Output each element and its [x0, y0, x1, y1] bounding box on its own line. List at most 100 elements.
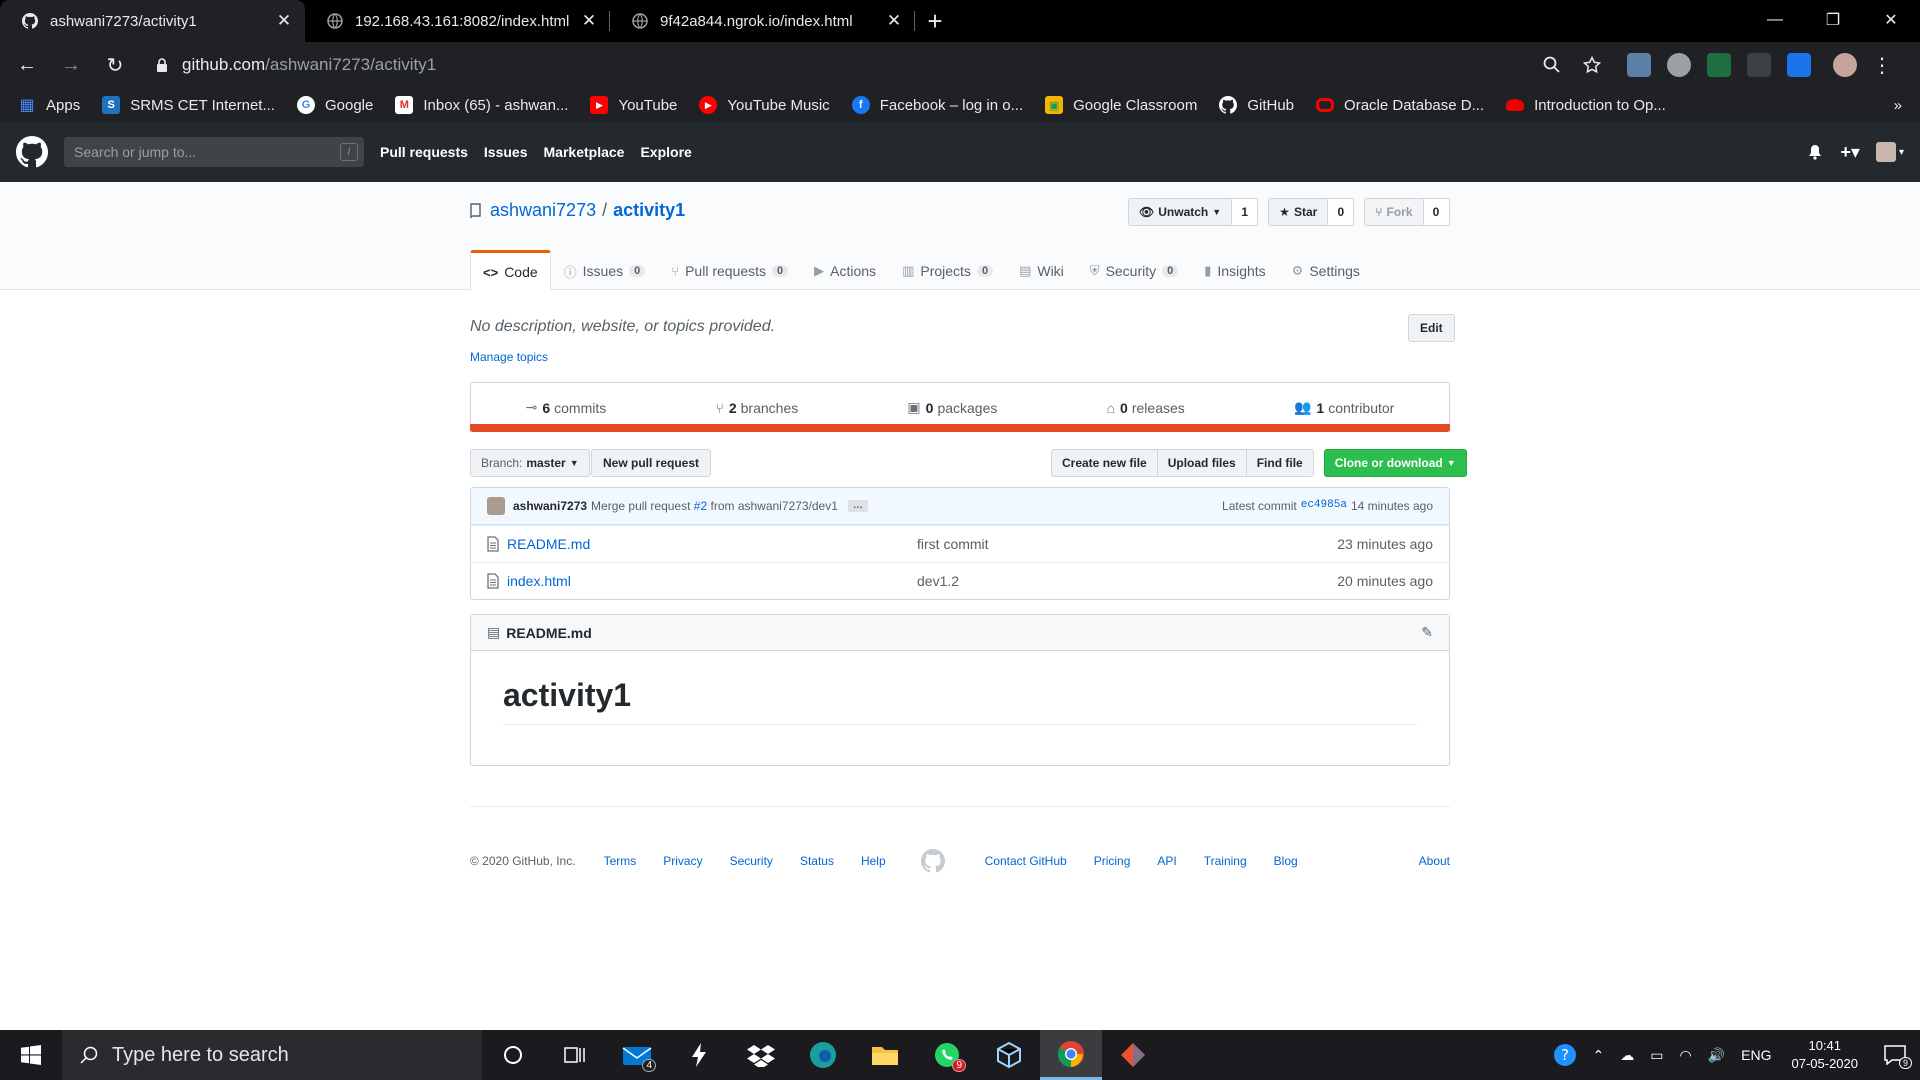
git-icon[interactable] [1102, 1030, 1164, 1080]
commit-author[interactable]: ashwani7273 [513, 499, 587, 513]
user-avatar-icon[interactable]: ▾ [1875, 142, 1904, 162]
packages-link[interactable]: ▣ 0 packages [907, 399, 997, 416]
repo-name-link[interactable]: activity1 [613, 200, 685, 221]
bookmark-item[interactable]: Introduction to Op... [1506, 97, 1666, 114]
bolt-app-icon[interactable] [668, 1030, 730, 1080]
footer-link-api[interactable]: API [1157, 854, 1176, 868]
footer-link-training[interactable]: Training [1204, 854, 1247, 868]
restore-icon[interactable]: ❐ [1804, 0, 1862, 40]
commit-pr-link[interactable]: #2 [694, 499, 707, 513]
forward-icon[interactable]: → [54, 48, 88, 82]
volume-icon[interactable]: 🔊 [1708, 1047, 1725, 1064]
more-bookmarks-icon[interactable]: » [1894, 97, 1902, 114]
file-commit-message[interactable]: first commit [917, 536, 1337, 552]
tab-projects[interactable]: ▥ Projects 0 [889, 250, 1006, 291]
github-search-input[interactable]: Search or jump to... / [64, 137, 364, 167]
clone-or-download-button[interactable]: Clone or download ▼ [1323, 449, 1467, 477]
browser-tab[interactable]: 9f42a844.ngrok.io/index.html ✕ [610, 0, 915, 42]
create-new-file-button[interactable]: Create new file [1051, 449, 1158, 477]
wifi-icon[interactable]: ◠ [1680, 1047, 1692, 1064]
zoom-search-icon[interactable] [1543, 56, 1561, 74]
tab-security[interactable]: ⛨ Security 0 [1077, 250, 1191, 291]
repo-owner-link[interactable]: ashwani7273 [490, 200, 596, 221]
clock[interactable]: 10:41 07-05-2020 [1792, 1037, 1859, 1073]
new-pull-request-button[interactable]: New pull request [591, 449, 712, 477]
bookmark-item[interactable]: S SRMS CET Internet... [102, 96, 275, 114]
bookmark-item[interactable]: GitHub [1219, 96, 1294, 114]
bookmark-item[interactable]: ▶ YouTube [590, 96, 677, 114]
dropbox-icon[interactable] [730, 1030, 792, 1080]
releases-link[interactable]: ⌂ 0 releases [1107, 400, 1185, 416]
virtualbox-icon[interactable] [978, 1030, 1040, 1080]
bookmark-star-icon[interactable] [1583, 56, 1601, 74]
footer-link-status[interactable]: Status [800, 854, 834, 868]
footer-link-privacy[interactable]: Privacy [663, 854, 702, 868]
reload-icon[interactable]: ↻ [98, 48, 132, 82]
branch-select-button[interactable]: Branch: master ▼ [470, 449, 590, 477]
file-name-link[interactable]: index.html [507, 573, 917, 589]
cortana-icon[interactable] [482, 1030, 544, 1080]
address-bar[interactable]: github.com/ashwani7273/activity1 [146, 48, 1611, 82]
chrome-menu-icon[interactable]: ⋮ [1865, 48, 1899, 82]
taskbar-search-box[interactable]: Type here to search [62, 1030, 482, 1080]
plus-dropdown-icon[interactable]: +▾ [1840, 142, 1860, 163]
edit-description-button[interactable]: Edit [1408, 314, 1455, 342]
close-tab-icon[interactable]: ✕ [580, 11, 598, 30]
browser-tab[interactable]: 192.168.43.161:8082/index.html ✕ [305, 0, 610, 42]
close-window-icon[interactable]: ✕ [1862, 0, 1920, 40]
bell-icon[interactable] [1808, 144, 1822, 160]
close-tab-icon[interactable]: ✕ [885, 11, 903, 30]
nav-issues[interactable]: Issues [484, 144, 528, 160]
file-name-link[interactable]: README.md [507, 536, 917, 552]
upload-files-button[interactable]: Upload files [1156, 449, 1247, 477]
nav-explore[interactable]: Explore [640, 144, 691, 160]
manage-topics-link[interactable]: Manage topics [470, 350, 548, 364]
commit-expand-button[interactable]: … [847, 500, 868, 512]
star-count[interactable]: 0 [1328, 198, 1355, 226]
commit-author-avatar[interactable] [487, 497, 505, 515]
bookmark-item[interactable]: ▦ Apps [18, 96, 80, 115]
extension-icon[interactable] [1667, 53, 1691, 77]
github-logo-icon[interactable] [16, 136, 48, 168]
battery-icon[interactable]: ▭ [1650, 1047, 1663, 1064]
extension-icon[interactable] [1787, 53, 1811, 77]
tab-actions[interactable]: ▶ Actions [801, 250, 889, 291]
whatsapp-icon[interactable]: 9 [916, 1030, 978, 1080]
extension-icon[interactable] [1747, 53, 1771, 77]
commits-link[interactable]: ⊸ 6 commits [526, 399, 607, 416]
footer-link-security[interactable]: Security [730, 854, 773, 868]
minimize-icon[interactable]: — [1746, 0, 1804, 40]
extension-icon[interactable] [1627, 53, 1651, 77]
nav-pull-requests[interactable]: Pull requests [380, 144, 468, 160]
notifications-icon[interactable]: 9 [1884, 1045, 1912, 1069]
new-tab-button[interactable]: + [915, 0, 955, 42]
footer-link-help[interactable]: Help [861, 854, 886, 868]
file-explorer-icon[interactable] [854, 1030, 916, 1080]
windows-start-icon[interactable] [0, 1030, 62, 1080]
contributors-link[interactable]: 👥 1 contributor [1294, 399, 1394, 416]
tab-issues[interactable]: ⓘ Issues 0 [551, 250, 659, 291]
commit-message-post[interactable]: from ashwani7273/dev1 [710, 499, 837, 513]
bookmark-item[interactable]: G Google [296, 96, 373, 114]
bookmark-item[interactable]: Oracle Database D... [1316, 97, 1484, 114]
github-mark-icon[interactable] [920, 849, 945, 873]
close-tab-icon[interactable]: ✕ [275, 11, 293, 30]
tab-settings[interactable]: ⚙ Settings [1279, 250, 1373, 291]
fork-button[interactable]: ⑂ Fork [1364, 198, 1424, 226]
find-file-button[interactable]: Find file [1245, 449, 1314, 477]
help-icon[interactable]: ? [1553, 1043, 1577, 1067]
chrome-icon[interactable] [1040, 1030, 1102, 1080]
task-view-icon[interactable] [544, 1030, 606, 1080]
tab-pull-requests[interactable]: ⑂ Pull requests 0 [658, 250, 801, 291]
fork-count[interactable]: 0 [1423, 198, 1450, 226]
mail-icon[interactable]: 4 [606, 1030, 668, 1080]
commit-message-pre[interactable]: Merge pull request [591, 499, 690, 513]
bookmark-item[interactable]: ▣ Google Classroom [1045, 96, 1197, 114]
footer-link-blog[interactable]: Blog [1274, 854, 1298, 868]
unwatch-button[interactable]: 👁 Unwatch ▼ [1128, 198, 1233, 226]
excel-extension-icon[interactable] [1707, 53, 1731, 77]
tab-wiki[interactable]: ▤ Wiki [1006, 250, 1077, 291]
language-bar[interactable] [470, 424, 1450, 432]
bookmark-item[interactable]: M Inbox (65) - ashwan... [395, 96, 568, 114]
tab-insights[interactable]: ▮ Insights [1191, 250, 1278, 291]
